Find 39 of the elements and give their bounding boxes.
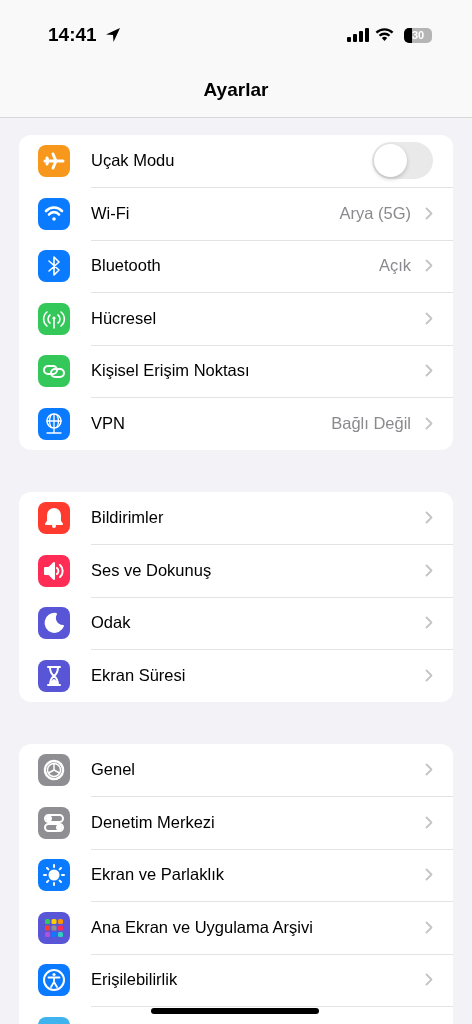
chevron-icon [425,616,433,630]
row-label: Odak [91,613,131,633]
status-time: 14:41 [48,24,97,46]
battery-indicator: 30 [404,27,432,43]
row-label: Ekran Süresi [91,666,186,686]
chevron-icon [425,920,433,934]
row-value: Arya (5G) [339,203,411,223]
page-title: Ayarlar [203,79,269,101]
row-label: Hücresel [91,308,157,328]
row-label: Erişilebilirlik [91,970,178,990]
chevron-icon [425,259,433,273]
row-label: Kişisel Erişim Noktası [91,361,250,381]
row-label: Wi-Fi [91,203,130,223]
chevron-icon [425,511,433,525]
row-label: Bildirimler [91,508,164,528]
chevron-icon [425,311,433,325]
wifi-status-icon [375,28,394,42]
chevron-icon [425,417,433,431]
chevron-icon [425,206,433,220]
row-label: Genel [91,760,136,780]
chevron-icon [425,364,433,378]
chevron-icon [425,815,433,829]
chevron-icon [425,973,433,987]
row-label: Ses ve Dokunuş [91,560,212,580]
row-label: Ekran ve Parlaklık [91,865,224,885]
row-label: VPN [91,414,125,434]
row-value: Açık [378,256,411,276]
row-label: Ana Ekran ve Uygulama Arşivi [91,917,313,937]
row-label: Bluetooth [91,256,161,276]
location-arrow-icon [104,27,121,43]
row-label: Denetim Merkezi [91,812,215,832]
chevron-icon [425,763,433,777]
row-label: Uçak Modu [91,151,175,171]
signal-icon [347,28,369,42]
chevron-icon [425,868,433,882]
row-value: Bağlı Değil [331,414,411,434]
chevron-icon [425,563,433,577]
chevron-icon [425,669,433,683]
toggle-switch[interactable] [372,142,433,180]
